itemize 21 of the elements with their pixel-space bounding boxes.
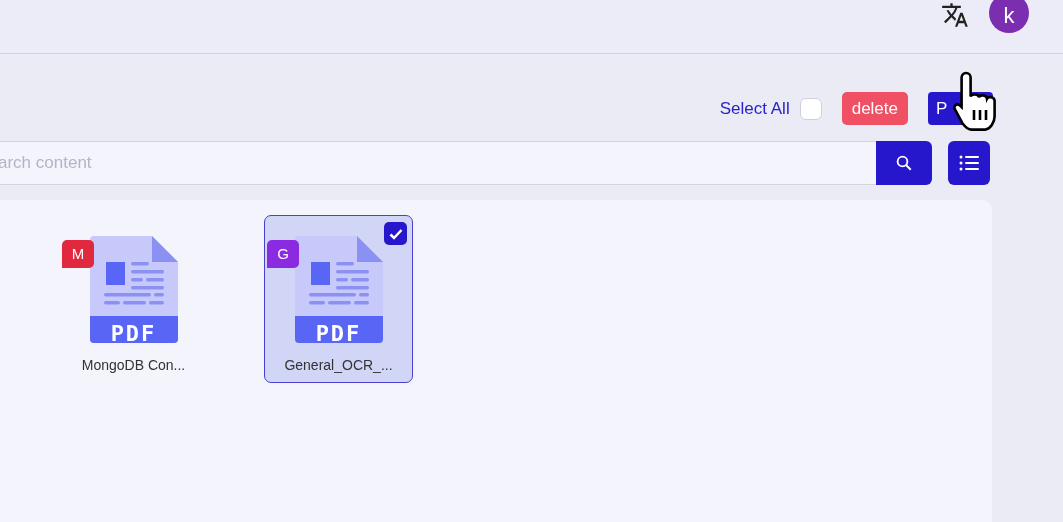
pdf-file-icon <box>294 236 383 343</box>
select-all-checkbox[interactable] <box>799 97 822 120</box>
select-all-label: Select All <box>719 97 790 120</box>
delete-button[interactable]: delete <box>841 92 908 125</box>
file-type-label: PDF <box>315 320 362 348</box>
search-icon <box>895 154 913 172</box>
pdf-file-icon <box>89 236 178 343</box>
file-type-label: PDF <box>110 320 157 348</box>
checked-checkbox[interactable] <box>384 222 407 245</box>
list-view-button[interactable] <box>948 141 990 185</box>
file-card[interactable]: PDF M MongoDB Con... <box>59 215 208 383</box>
search-button[interactable] <box>876 141 932 185</box>
initial-badge: M <box>62 240 94 268</box>
translate-icon[interactable] <box>941 1 969 29</box>
file-name: General_OCR_... <box>284 356 393 375</box>
checkmark-icon <box>388 227 403 240</box>
file-name: MongoDB Con... <box>81 356 186 375</box>
file-card[interactable]: PDF G General_OCR_... <box>264 215 413 383</box>
initial-badge: G <box>267 240 299 268</box>
avatar[interactable]: k <box>989 0 1029 33</box>
list-icon <box>959 155 979 171</box>
